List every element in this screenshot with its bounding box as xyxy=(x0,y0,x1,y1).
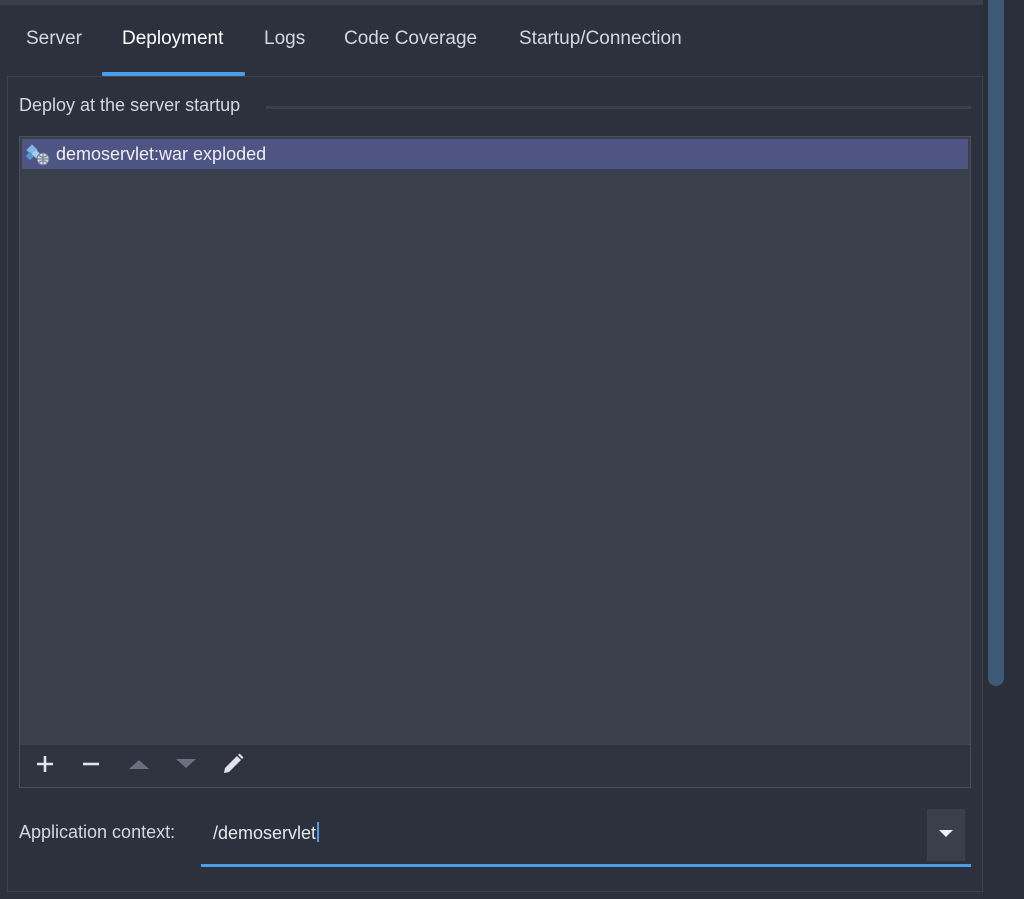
add-button[interactable] xyxy=(32,753,58,779)
application-context-value: /demoservlet xyxy=(213,823,317,843)
list-item[interactable]: demoservlet:war exploded xyxy=(22,139,968,169)
section-title: Deploy at the server startup xyxy=(19,95,241,115)
application-context-input[interactable]: /demoservlet xyxy=(213,822,320,844)
move-down-button[interactable] xyxy=(173,753,199,779)
remove-icon xyxy=(81,754,101,779)
list-toolbar xyxy=(20,744,970,787)
move-up-button[interactable] xyxy=(126,753,152,779)
edit-button[interactable] xyxy=(220,753,246,779)
tab-code-coverage[interactable]: Code Coverage xyxy=(344,28,477,50)
context-dropdown-button[interactable] xyxy=(927,809,965,861)
remove-button[interactable] xyxy=(78,753,104,779)
tab-bar: Server Deployment Logs Code Coverage Sta… xyxy=(0,0,983,76)
list-item-label: demoservlet:war exploded xyxy=(56,143,267,164)
edit-icon xyxy=(221,752,245,781)
tab-server[interactable]: Server xyxy=(26,28,82,50)
text-caret xyxy=(317,822,320,842)
add-icon xyxy=(35,754,55,779)
artifact-web-icon xyxy=(24,140,52,168)
scrollbar-thumb[interactable] xyxy=(988,0,1004,686)
section-divider xyxy=(266,106,971,109)
application-context-label: Application context: xyxy=(19,822,176,842)
tab-deployment[interactable]: Deployment xyxy=(122,28,223,50)
move-down-icon xyxy=(175,757,197,776)
deploy-list[interactable]: demoservlet:war exploded xyxy=(19,136,971,788)
tab-logs[interactable]: Logs xyxy=(264,28,305,50)
move-up-icon xyxy=(128,757,150,776)
application-context-combobox[interactable]: /demoservlet xyxy=(201,806,971,868)
focus-underline xyxy=(201,864,971,867)
chevron-down-icon xyxy=(938,826,954,844)
tab-startup-connection[interactable]: Startup/Connection xyxy=(519,28,682,50)
